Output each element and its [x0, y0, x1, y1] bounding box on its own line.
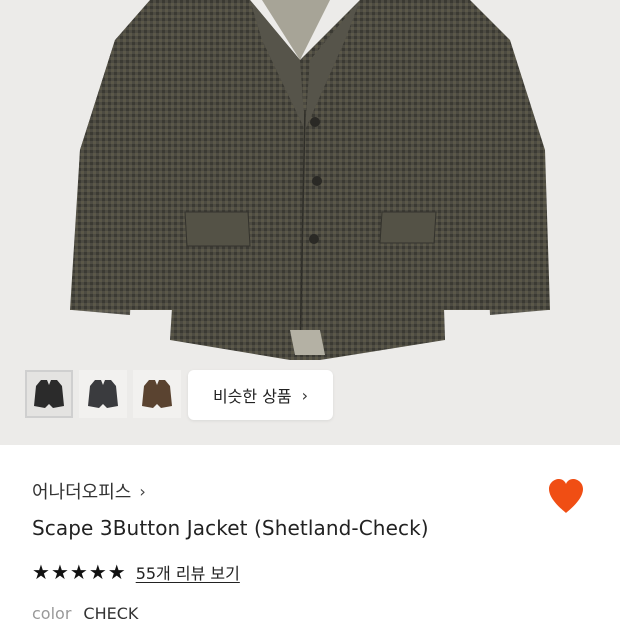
similar-products-label: 비슷한 상품	[212, 387, 292, 406]
similar-products-button[interactable]: 비슷한 상품 ›	[188, 370, 333, 420]
product-title: Scape 3Button Jacket (Shetland-Check)	[32, 516, 429, 540]
star-icon: ★	[50, 560, 69, 584]
jacket-icon	[142, 380, 172, 408]
heart-icon	[549, 479, 583, 513]
jacket-icon	[34, 380, 64, 408]
thumbnail-charcoal-jacket[interactable]	[79, 370, 127, 418]
chevron-right-icon: ›	[301, 385, 309, 405]
jacket-icon	[88, 380, 118, 408]
color-label: color	[32, 604, 72, 620]
color-option[interactable]: color CHECK	[32, 604, 138, 620]
chevron-right-icon: ›	[139, 481, 146, 501]
color-value: CHECK	[83, 604, 139, 620]
reviews-link[interactable]: 55개 리뷰 보기	[136, 560, 240, 584]
rating-row: ★ ★ ★ ★ ★ 55개 리뷰 보기	[32, 560, 240, 584]
star-icon: ★	[69, 560, 88, 584]
brand-link[interactable]: 어나더오피스 ›	[32, 478, 146, 504]
star-icon: ★	[32, 560, 50, 584]
thumbnail-strip	[25, 370, 181, 418]
star-rating: ★ ★ ★ ★ ★	[32, 562, 126, 582]
wishlist-button[interactable]	[546, 477, 586, 519]
thumbnail-black-jacket[interactable]	[25, 370, 73, 418]
star-icon: ★	[107, 560, 126, 584]
star-icon: ★	[88, 560, 107, 584]
brand-name: 어나더오피스	[32, 482, 132, 503]
thumbnail-brown-jacket[interactable]	[133, 370, 181, 418]
